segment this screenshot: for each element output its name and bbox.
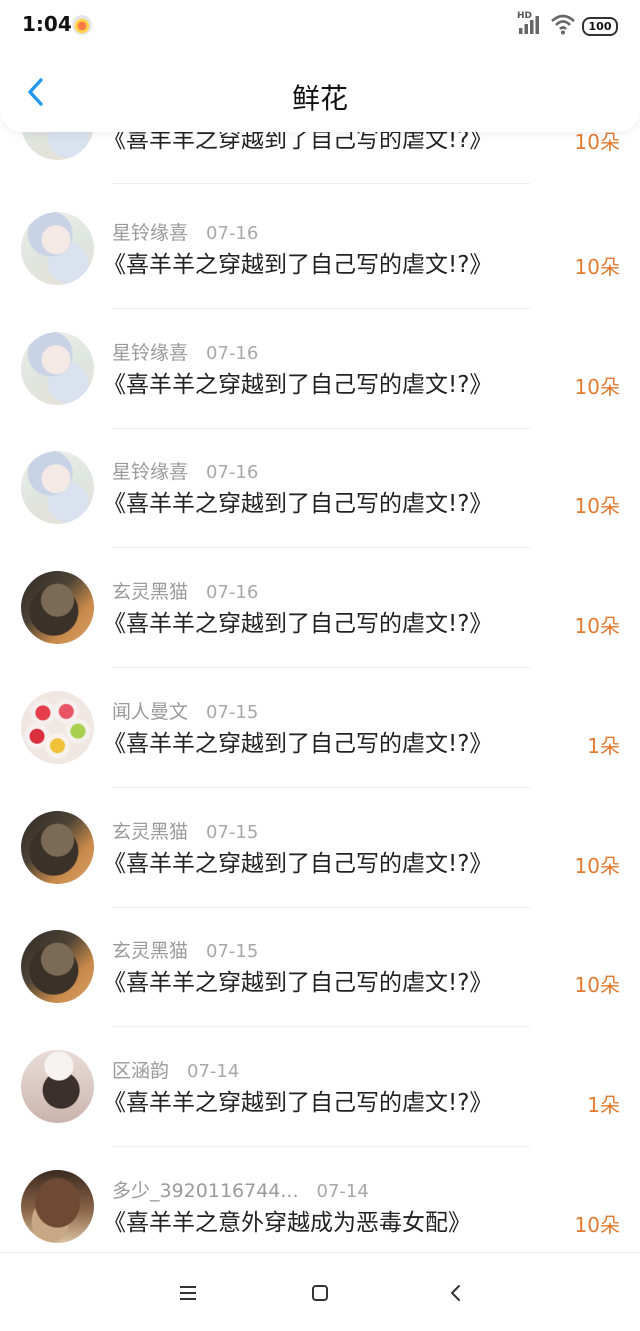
date-label: 07-14: [316, 1181, 369, 1202]
page-title: 鲜花: [291, 82, 348, 115]
user-name: 闻人曼文 07-15: [112, 701, 259, 723]
list-item[interactable]: 玄灵黑猫 07-15 《喜羊羊之穿越到了自己写的虐文!?》 10朵: [0, 907, 640, 1027]
flower-count: 1朵: [587, 1093, 620, 1117]
list-item[interactable]: 区涵韵 07-14 《喜羊羊之穿越到了自己写的虐文!?》 1朵: [0, 1027, 640, 1147]
user-name: 玄灵黑猫 07-15: [112, 821, 259, 843]
flower-list[interactable]: 《喜羊羊之穿越到了自己写的虐文!?》 10朵 星铃缘喜 07-16 《喜羊羊之穿越…: [0, 112, 640, 1252]
flower-count: 10朵: [574, 854, 620, 878]
signal-icon: [519, 16, 539, 34]
system-nav-bar: [0, 1252, 640, 1331]
list-item[interactable]: 玄灵黑猫 07-15 《喜羊羊之穿越到了自己写的虐文!?》 10朵: [0, 788, 640, 908]
flower-count: 10朵: [574, 255, 620, 279]
divider: [112, 183, 530, 184]
user-name: 星铃缘喜 07-16: [112, 222, 259, 244]
book-title: 《喜羊羊之穿越到了自己写的虐文!?》: [103, 611, 493, 637]
list-item[interactable]: 星铃缘喜 07-16 《喜羊羊之穿越到了自己写的虐文!?》 10朵: [0, 189, 640, 309]
avatar[interactable]: [21, 691, 94, 764]
book-title: 《喜羊羊之穿越到了自己写的虐文!?》: [103, 372, 493, 398]
date-label: 07-16: [206, 223, 259, 244]
avatar[interactable]: [21, 1050, 94, 1123]
user-name: 星铃缘喜 07-16: [112, 342, 259, 364]
date-label: 07-15: [206, 702, 259, 723]
book-title: 《喜羊羊之穿越到了自己写的虐文!?》: [103, 851, 493, 877]
user-name: 多少_3920116744... 07-14: [112, 1180, 369, 1202]
flower-count: 10朵: [574, 614, 620, 638]
book-title: 《喜羊羊之穿越到了自己写的虐文!?》: [103, 731, 493, 757]
list-item[interactable]: 多少_3920116744... 07-14 《喜羊羊之意外穿越成为恶毒女配》 1…: [0, 1147, 640, 1252]
avatar[interactable]: [21, 1170, 94, 1243]
book-title: 《喜羊羊之穿越到了自己写的虐文!?》: [103, 252, 493, 278]
list-item[interactable]: 玄灵黑猫 07-16 《喜羊羊之穿越到了自己写的虐文!?》 10朵: [0, 548, 640, 668]
notification-app-icon: [72, 15, 92, 35]
user-name: 玄灵黑猫 07-15: [112, 940, 259, 962]
date-label: 07-16: [206, 582, 259, 603]
book-title: 《喜羊羊之意外穿越成为恶毒女配》: [103, 1210, 471, 1236]
user-name: 玄灵黑猫 07-16: [112, 581, 259, 603]
avatar[interactable]: [21, 451, 94, 524]
flower-count: 10朵: [574, 1213, 620, 1237]
avatar[interactable]: [21, 930, 94, 1003]
avatar[interactable]: [21, 212, 94, 285]
book-title: 《喜羊羊之穿越到了自己写的虐文!?》: [103, 491, 493, 517]
avatar[interactable]: [21, 811, 94, 884]
date-label: 07-14: [187, 1061, 240, 1082]
date-label: 07-16: [206, 343, 259, 364]
date-label: 07-16: [206, 462, 259, 483]
avatar[interactable]: [21, 571, 94, 644]
user-name: 区涵韵 07-14: [112, 1060, 240, 1082]
status-bar: 1:04 HD 100: [0, 0, 640, 52]
flower-count: 10朵: [574, 375, 620, 399]
battery-indicator: 100: [582, 17, 618, 36]
list-item[interactable]: 星铃缘喜 07-16 《喜羊羊之穿越到了自己写的虐文!?》 10朵: [0, 428, 640, 548]
user-name: 星铃缘喜 07-16: [112, 461, 259, 483]
back-icon[interactable]: [442, 1279, 470, 1307]
date-label: 07-15: [206, 822, 259, 843]
date-label: 07-15: [206, 941, 259, 962]
menu-icon[interactable]: [174, 1279, 202, 1307]
list-item[interactable]: 星铃缘喜 07-16 《喜羊羊之穿越到了自己写的虐文!?》 10朵: [0, 309, 640, 429]
flower-count: 1朵: [587, 734, 620, 758]
book-title: 《喜羊羊之穿越到了自己写的虐文!?》: [103, 970, 493, 996]
avatar[interactable]: [21, 332, 94, 405]
flower-count: 10朵: [574, 494, 620, 518]
top-app-bar: 鲜花: [0, 52, 640, 132]
list-item[interactable]: 闻人曼文 07-15 《喜羊羊之穿越到了自己写的虐文!?》 1朵: [0, 668, 640, 788]
flower-count: 10朵: [574, 973, 620, 997]
wifi-icon: [551, 14, 575, 35]
home-icon[interactable]: [306, 1279, 334, 1307]
status-time: 1:04: [22, 12, 72, 36]
book-title: 《喜羊羊之穿越到了自己写的虐文!?》: [103, 1090, 493, 1116]
